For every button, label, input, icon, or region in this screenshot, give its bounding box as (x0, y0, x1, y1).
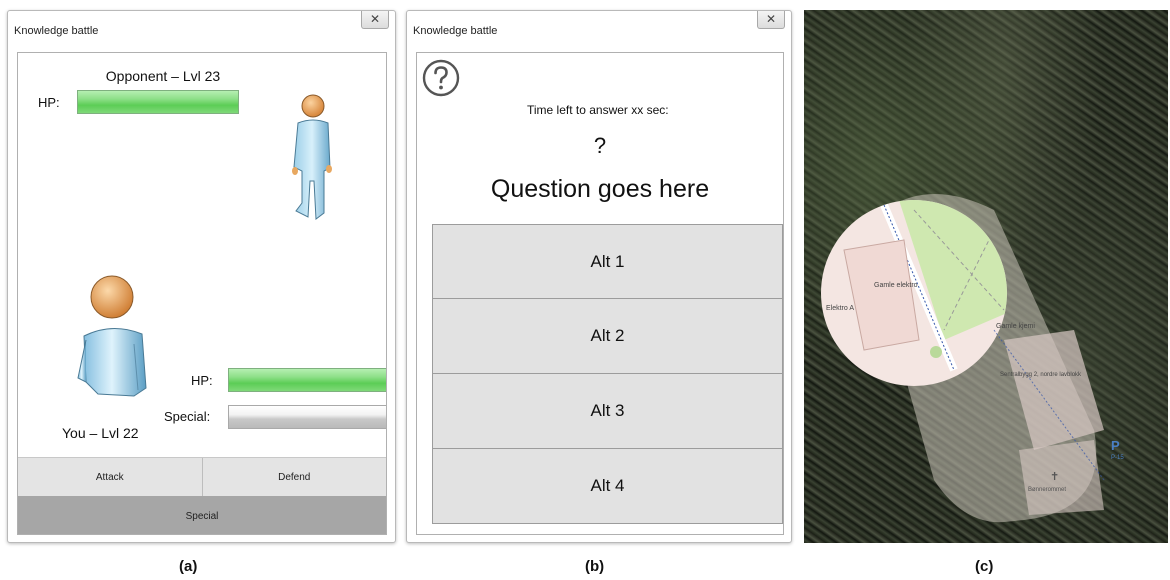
window-title: Knowledge battle (413, 25, 498, 37)
defend-button[interactable]: Defend (201, 458, 386, 496)
map-label-parking-ref: P-15 (1111, 455, 1124, 461)
answer-button-3[interactable]: Alt 3 (432, 374, 783, 449)
answer-button-1[interactable]: Alt 1 (432, 224, 783, 299)
answer-button-2[interactable]: Alt 2 (432, 299, 783, 374)
map-overlay: Gamle elektro Elektro A Gamle kjemi Sent… (821, 194, 1124, 523)
battle-window: Knowledge battle ✕ Opponent – Lvl 23 HP: (7, 10, 396, 543)
player-title: You – Lvl 22 (62, 425, 139, 441)
map-label-sentralbygg: Sentralbygg 2, nordre lavblokk (1000, 372, 1082, 378)
figure-label-b: (b) (585, 558, 605, 575)
figure-label-a: (a) (179, 558, 198, 575)
time-left-text: Time left to answer xx sec: (527, 103, 669, 117)
player-person-icon (77, 275, 147, 397)
special-button[interactable]: Special (18, 496, 386, 534)
answer-list: Alt 1 Alt 2 Alt 3 Alt 4 (432, 224, 783, 524)
map-label-gamle-kjemi: Gamle kjemi (996, 323, 1035, 330)
question-circle-icon[interactable] (422, 59, 460, 97)
player-hp-bar (228, 368, 386, 392)
map-label-bonnerommet: Bønnerommet (1028, 487, 1066, 493)
attack-button[interactable]: Attack (18, 458, 202, 496)
question-window: Knowledge battle ✕ Time left to answer x… (406, 10, 792, 543)
battle-area: Opponent – Lvl 23 HP: HP: Special: You –… (17, 52, 387, 535)
close-button[interactable]: ✕ (757, 11, 785, 29)
map-label-gamle-elektro: Gamle elektro (874, 282, 918, 289)
opponent-hp-bar (77, 90, 239, 114)
question-mark: ? (593, 133, 607, 158)
opponent-person-icon (292, 94, 332, 220)
action-buttons: Attack Defend (18, 457, 386, 496)
opponent-hp-label: HP: (38, 95, 60, 110)
church-cross-icon: ✝ (1050, 471, 1059, 483)
close-button[interactable]: ✕ (361, 11, 389, 29)
question-area: Time left to answer xx sec: ? Question g… (416, 52, 784, 535)
answer-button-4[interactable]: Alt 4 (432, 449, 783, 524)
player-special-bar (228, 405, 386, 429)
figure-label-c: (c) (975, 558, 994, 575)
opponent-title: Opponent – Lvl 23 (105, 68, 221, 84)
parking-icon: P (1111, 438, 1120, 453)
map-view[interactable]: Gamle elektro Elektro A Gamle kjemi Sent… (804, 10, 1168, 543)
map-label-elektro-a: Elektro A (826, 305, 854, 312)
player-special-label: Special: (164, 409, 211, 424)
window-title: Knowledge battle (14, 25, 99, 37)
player-hp-label: HP: (191, 373, 213, 388)
question-text: Question goes here (490, 175, 710, 203)
